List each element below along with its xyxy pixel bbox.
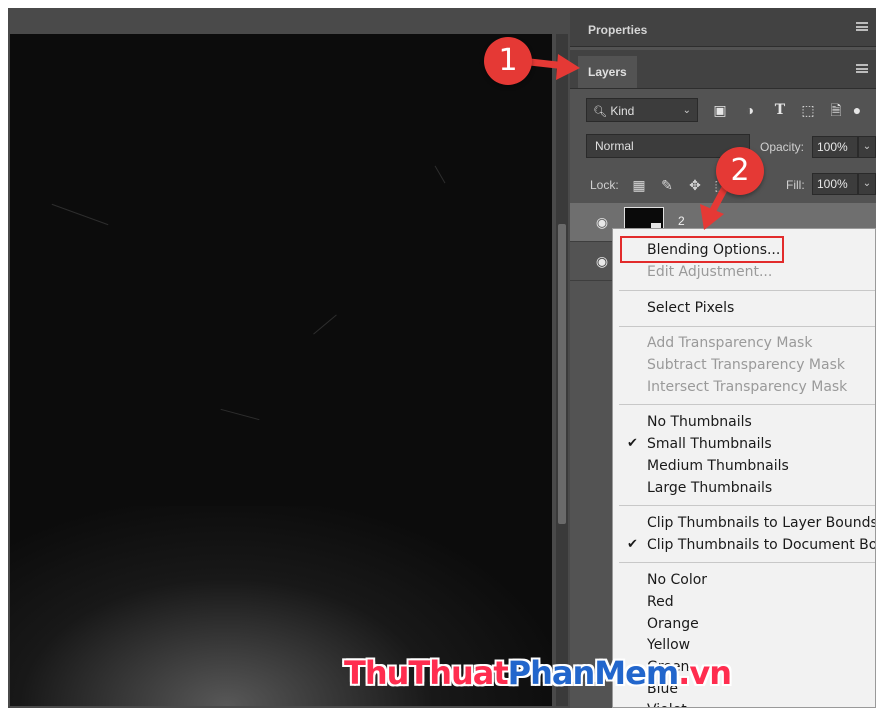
menu-item-orange[interactable]: Orange bbox=[647, 613, 699, 635]
menu-item-no-color[interactable]: No Color bbox=[647, 569, 707, 591]
pixel-layer-filter-icon[interactable]: ▣ bbox=[710, 100, 730, 120]
menu-item-yellow[interactable]: Yellow bbox=[647, 634, 690, 656]
tab-layers[interactable]: Layers bbox=[578, 56, 637, 88]
fill-label: Fill: bbox=[786, 178, 805, 192]
filter-toggle-icon[interactable]: ● bbox=[852, 100, 862, 120]
panel-menu-icon[interactable] bbox=[856, 22, 868, 31]
opacity-field[interactable]: 100% bbox=[812, 136, 858, 158]
menu-separator bbox=[619, 404, 875, 405]
checkmark-icon: ✔ bbox=[627, 436, 638, 451]
menu-item-medium-thumbnails[interactable]: Medium Thumbnails bbox=[647, 455, 789, 477]
lock-position-icon[interactable]: ✥ bbox=[686, 176, 704, 194]
adjustment-layer-filter-icon[interactable]: ◑ bbox=[740, 100, 760, 120]
menu-separator bbox=[619, 326, 875, 327]
layers-tabbar: Layers bbox=[570, 50, 876, 89]
canvas-texture bbox=[51, 203, 109, 226]
fill-field[interactable]: 100% bbox=[812, 173, 858, 195]
menu-item-violet[interactable]: Violet bbox=[647, 699, 687, 707]
canvas-texture bbox=[313, 314, 337, 335]
menu-separator bbox=[619, 290, 875, 291]
shape-layer-filter-icon[interactable]: ⬚ bbox=[798, 100, 818, 120]
menu-item-clip-to-document-bounds[interactable]: Clip Thumbnails to Document Bou bbox=[647, 534, 875, 556]
site-watermark: ThuThuatPhanMem.vn bbox=[344, 654, 732, 692]
opacity-label: Opacity: bbox=[760, 140, 805, 154]
visibility-eye-icon[interactable]: ◉ bbox=[594, 253, 610, 269]
watermark-part1: ThuThuat bbox=[344, 654, 509, 692]
layer-name[interactable]: 2 bbox=[678, 214, 685, 228]
lock-label: Lock: bbox=[590, 178, 619, 192]
menu-item-subtract-transparency-mask: Subtract Transparency Mask bbox=[647, 357, 845, 373]
canvas-texture bbox=[220, 408, 260, 421]
lock-image-pixels-icon[interactable]: ✎ bbox=[658, 176, 676, 194]
canvas-scrollbar[interactable] bbox=[556, 34, 568, 706]
chevron-down-icon: ⌄ bbox=[682, 105, 691, 116]
type-layer-filter-icon[interactable]: T bbox=[770, 100, 790, 120]
kind-filter-select[interactable]: 🔍︎ Kind ⌄ bbox=[586, 98, 698, 122]
menu-separator bbox=[619, 562, 875, 563]
opacity-dropdown-button[interactable]: ⌄ bbox=[858, 136, 876, 158]
menu-item-small-thumbnails[interactable]: Small Thumbnails bbox=[647, 433, 772, 455]
tab-properties[interactable]: Properties bbox=[578, 14, 658, 46]
watermark-part3: .vn bbox=[678, 654, 732, 692]
document-canvas[interactable] bbox=[10, 34, 552, 706]
menu-item-add-transparency-mask: Add Transparency Mask bbox=[647, 335, 813, 351]
visibility-eye-icon[interactable]: ◉ bbox=[594, 214, 610, 230]
smart-object-filter-icon[interactable]: 🗎︎ bbox=[826, 100, 846, 120]
menu-item-large-thumbnails[interactable]: Large Thumbnails bbox=[647, 477, 772, 499]
layer-filter-bar: 🔍︎ Kind ⌄ ▣ ◑ T ⬚ 🗎︎ ● bbox=[586, 98, 876, 124]
menu-item-intersect-transparency-mask: Intersect Transparency Mask bbox=[647, 379, 848, 395]
scrollbar-thumb[interactable] bbox=[558, 224, 566, 524]
fill-dropdown-button[interactable]: ⌄ bbox=[858, 173, 876, 195]
properties-tabbar: Properties bbox=[570, 8, 876, 47]
kind-label: Kind bbox=[610, 104, 635, 118]
menu-item-clip-to-layer-bounds[interactable]: Clip Thumbnails to Layer Bounds bbox=[647, 512, 875, 534]
watermark-part2: PhanMem bbox=[507, 654, 679, 692]
panel-menu-icon[interactable] bbox=[856, 64, 868, 73]
step-2-badge: 2 bbox=[716, 147, 764, 195]
menu-separator bbox=[619, 505, 875, 506]
layer-context-menu: Blending Options... Edit Adjustment... S… bbox=[612, 228, 876, 708]
checkmark-icon: ✔ bbox=[627, 537, 638, 552]
canvas-texture bbox=[434, 165, 446, 184]
menu-item-red[interactable]: Red bbox=[647, 591, 674, 613]
blending-options-highlight bbox=[620, 236, 784, 263]
menu-item-edit-adjustment: Edit Adjustment... bbox=[647, 264, 773, 280]
menu-item-no-thumbnails[interactable]: No Thumbnails bbox=[647, 411, 752, 433]
lock-transparent-pixels-icon[interactable]: ▦ bbox=[630, 176, 648, 194]
step-1-badge: 1 bbox=[484, 37, 532, 85]
search-icon: 🔍︎ bbox=[593, 106, 607, 118]
menu-item-select-pixels[interactable]: Select Pixels bbox=[647, 297, 734, 319]
